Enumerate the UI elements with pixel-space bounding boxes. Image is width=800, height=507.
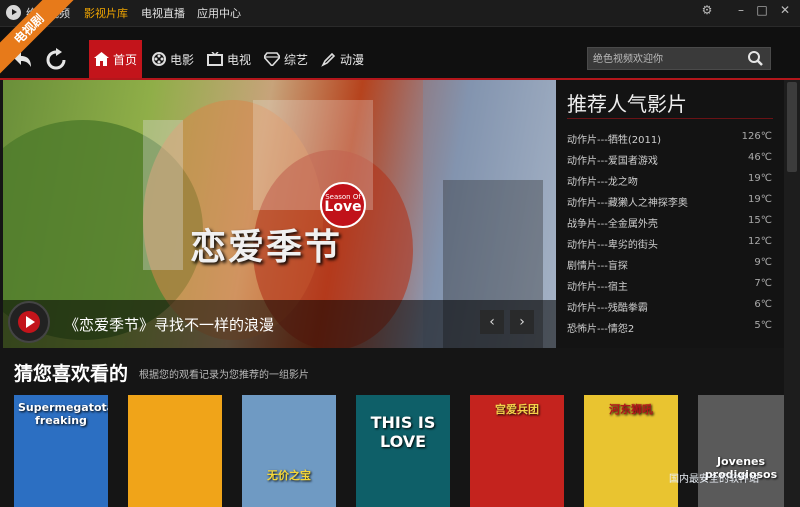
hot-item-temp: 5℃ [754, 320, 772, 331]
hot-item-name: 动作片---残酷拳霸 [567, 303, 648, 314]
watermark-text: 国内最安全的软件站 [669, 474, 759, 485]
menu-video-library[interactable]: 影视片库 [84, 5, 128, 21]
hot-item-temp: 126℃ [741, 131, 772, 142]
tab-anime[interactable]: 动漫 [321, 40, 371, 78]
hot-list-item[interactable]: 动作片---龙之吻 19℃ [567, 173, 772, 188]
hot-list-item[interactable]: 动作片---宿主 7℃ [567, 278, 772, 293]
season-of-love-badge: Season Of Love [320, 182, 366, 228]
search-icon [748, 51, 763, 66]
maximize-icon[interactable]: □ [753, 3, 771, 17]
gear-icon[interactable]: ⚙ [698, 3, 716, 17]
hot-item-temp: 19℃ [748, 194, 772, 205]
prev-slide-button[interactable]: ‹ [480, 310, 504, 334]
menu-app-center[interactable]: 应用中心 [197, 5, 241, 21]
hot-item-temp: 9℃ [754, 257, 772, 268]
hot-item-temp: 7℃ [754, 278, 772, 289]
scrollbar-thumb[interactable] [787, 82, 797, 172]
hot-list-item[interactable]: 动作片---牺牲(2011) 126℃ [567, 131, 772, 146]
tab-tv-label: 电视 [227, 52, 252, 67]
movie-thumb[interactable]: Jovenes prodigiosos [698, 395, 784, 507]
hot-list-title: 推荐人气影片 [567, 92, 687, 116]
recommend-subtitle: 根据您的观看记录为您推荐的一组影片 [139, 370, 309, 381]
hot-list-item[interactable]: 动作片---爱国者游戏 46℃ [567, 152, 772, 167]
tab-variety[interactable]: 综艺 [264, 40, 314, 78]
tab-home[interactable]: 首页 [89, 40, 142, 78]
movie-thumb-title: 无价之宝 [267, 469, 311, 482]
minimize-icon[interactable]: – [732, 3, 750, 17]
tv-icon [207, 52, 223, 66]
hot-list-item[interactable]: 动作片---藏獭人之神探李奥 19℃ [567, 194, 772, 209]
movie-thumb[interactable]: 无价之宝 [242, 395, 336, 507]
hot-item-temp: 6℃ [754, 299, 772, 310]
movie-thumb-title: THIS IS LOVE [370, 413, 436, 451]
recommend-title: 猜您喜欢看的 [14, 363, 129, 385]
hot-item-temp: 12℃ [748, 236, 772, 247]
tab-anime-label: 动漫 [340, 52, 365, 67]
poster-title: 恋爱季节 [190, 227, 343, 268]
app-logo-icon [6, 5, 21, 20]
hot-item-name: 恐怖片---情怨2 [567, 324, 635, 335]
tab-home-label: 首页 [113, 52, 138, 67]
banner-caption[interactable]: 《恋爱季节》寻找不一样的浪漫 [64, 314, 274, 335]
hot-item-temp: 46℃ [748, 152, 772, 163]
tab-variety-label: 综艺 [284, 52, 309, 67]
hot-item-temp: 19℃ [748, 173, 772, 184]
tab-movie-label: 电影 [170, 52, 195, 67]
hot-item-name: 动作片---牺牲(2011) [567, 135, 662, 146]
refresh-icon[interactable] [44, 48, 68, 72]
hot-list-item[interactable]: 动作片---卑劣的街头 12℃ [567, 236, 772, 251]
hot-list-item[interactable]: 战争片---全金属外壳 15℃ [567, 215, 772, 230]
movie-thumb-title: 河东狮吼 [609, 403, 653, 416]
movie-thumb[interactable]: 河东狮吼 [584, 395, 678, 507]
search-button[interactable] [740, 48, 770, 69]
hot-item-name: 动作片---藏獭人之神探李奥 [567, 198, 688, 209]
tab-movie[interactable]: 电影 [152, 40, 202, 78]
hot-item-name: 动作片---爱国者游戏 [567, 156, 658, 167]
hot-item-name: 动作片---卑劣的街头 [567, 240, 658, 251]
movie-thumb-title: Supermegatotally freaking [18, 401, 108, 427]
pen-icon [321, 52, 336, 67]
hot-list-item[interactable]: 动作片---残酷拳霸 6℃ [567, 299, 772, 314]
hot-item-name: 剧情片---盲探 [567, 261, 628, 272]
tab-tv[interactable]: 电视 [207, 40, 257, 78]
hot-item-name: 战争片---全金属外壳 [567, 219, 658, 230]
next-slide-button[interactable]: › [510, 310, 534, 334]
movie-thumb[interactable]: 宫爱兵团 [470, 395, 564, 507]
hot-item-name: 动作片---宿主 [567, 282, 628, 293]
season-badge-big: Love [324, 199, 362, 215]
film-reel-icon [152, 52, 166, 66]
home-icon [94, 52, 109, 66]
hot-item-name: 动作片---龙之吻 [567, 177, 638, 188]
search-box [587, 47, 771, 71]
menu-tv-live[interactable]: 电视直播 [141, 5, 185, 21]
movie-thumb[interactable]: THIS IS LOVE [356, 395, 450, 507]
search-input[interactable] [588, 48, 745, 71]
movie-thumb[interactable] [128, 395, 222, 507]
diamond-icon [264, 52, 280, 66]
hot-list-divider [567, 118, 773, 119]
hot-list-item[interactable]: 剧情片---盲探 9℃ [567, 257, 772, 272]
play-icon [26, 316, 35, 328]
close-icon[interactable]: ✕ [776, 3, 794, 17]
movie-thumb-title: 宫爱兵团 [495, 403, 539, 416]
hot-list-item[interactable]: 恐怖片---情怨2 5℃ [567, 320, 772, 335]
hot-item-temp: 15℃ [748, 215, 772, 226]
movie-thumb[interactable]: Supermegatotally freaking [14, 395, 108, 507]
